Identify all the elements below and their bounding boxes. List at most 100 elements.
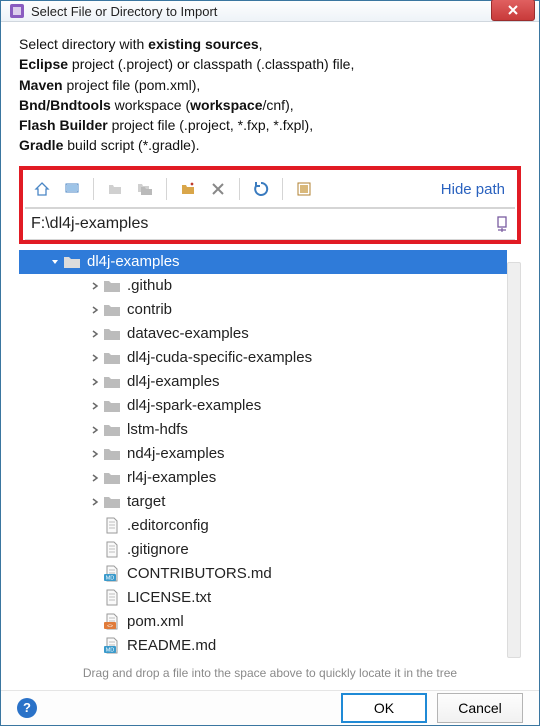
folder-icon — [103, 326, 121, 342]
tree-row[interactable]: <> pom.xml — [19, 610, 507, 634]
chevron-right-icon[interactable] — [87, 302, 103, 318]
folder-icon — [103, 470, 121, 486]
toolbar: Hide path — [25, 172, 515, 208]
chevron-right-icon[interactable] — [87, 446, 103, 462]
tree-item-label: dl4j-cuda-specific-examples — [127, 349, 312, 366]
chevron-right-icon[interactable] — [87, 398, 103, 414]
folder-icon — [103, 494, 121, 510]
tree-item-label: contrib — [127, 301, 172, 318]
ok-button[interactable]: OK — [341, 693, 427, 723]
chevron-right-icon[interactable] — [87, 470, 103, 486]
tree-row[interactable]: MD CONTRIBUTORS.md — [19, 562, 507, 586]
instr-5b: project file (.project, *.fxp, *.fxpl), — [108, 117, 313, 133]
tree-row[interactable]: contrib — [19, 298, 507, 322]
tree-row[interactable]: MD README.md — [19, 634, 507, 658]
folder-icon — [103, 350, 121, 366]
cancel-button[interactable]: Cancel — [437, 693, 523, 723]
path-input[interactable] — [25, 209, 487, 239]
tree-item-label: pom.xml — [127, 613, 184, 630]
tree-row[interactable]: datavec-examples — [19, 322, 507, 346]
tree-item-label: .editorconfig — [127, 517, 209, 534]
tree-item-label: CONTRIBUTORS.md — [127, 565, 272, 582]
file-icon: <> — [103, 614, 121, 630]
tree-row[interactable]: dl4j-cuda-specific-examples — [19, 346, 507, 370]
instr-6b: build script (*.gradle). — [63, 137, 199, 153]
file-icon — [103, 518, 121, 534]
chevron-right-icon[interactable] — [87, 326, 103, 342]
title-text: Select File or Directory to Import — [31, 4, 491, 19]
chevron-down-icon[interactable] — [47, 254, 63, 270]
close-button[interactable] — [491, 0, 535, 21]
svg-text:MD: MD — [106, 575, 115, 581]
chevron-right-icon[interactable] — [87, 494, 103, 510]
tree-row[interactable]: dl4j-examples — [19, 370, 507, 394]
content-area: Select directory with existing sources, … — [1, 22, 539, 690]
instructions-text: Select directory with existing sources, … — [19, 34, 521, 156]
folder-icon — [103, 398, 121, 414]
new-folder-button[interactable] — [175, 176, 201, 202]
tree-row[interactable]: target — [19, 490, 507, 514]
tree-row[interactable]: .editorconfig — [19, 514, 507, 538]
desktop-button[interactable] — [59, 176, 85, 202]
svg-text:<>: <> — [107, 623, 113, 629]
path-history-button[interactable] — [491, 212, 513, 236]
instr-1b: existing sources — [148, 36, 259, 52]
separator — [166, 178, 167, 200]
dialog-window: Select File or Directory to Import Selec… — [0, 0, 540, 726]
tree-row[interactable]: lstm-hdfs — [19, 418, 507, 442]
history-icon — [495, 215, 509, 233]
new-folder-icon — [180, 181, 196, 197]
desktop-icon — [64, 181, 80, 197]
red-highlight-box: Hide path — [19, 166, 521, 244]
instr-1c: , — [259, 36, 263, 52]
folder-multi-button[interactable] — [132, 176, 158, 202]
scrollbar[interactable] — [507, 262, 521, 658]
chevron-right-icon[interactable] — [87, 422, 103, 438]
tree-item-label: README.md — [127, 637, 216, 654]
tree-row[interactable]: rl4j-examples — [19, 466, 507, 490]
tree-row[interactable]: .github — [19, 274, 507, 298]
tree-row[interactable]: .gitignore — [19, 538, 507, 562]
file-icon — [103, 542, 121, 558]
folder-button[interactable] — [102, 176, 128, 202]
directory-tree[interactable]: dl4j-examples.githubcontribdatavec-examp… — [19, 244, 507, 658]
tree-row[interactable]: nd4j-examples — [19, 442, 507, 466]
file-icon — [103, 590, 121, 606]
instr-4d: /cnf), — [263, 97, 294, 113]
tree-item-label: dl4j-examples — [127, 373, 220, 390]
home-icon — [34, 181, 50, 197]
chevron-right-icon[interactable] — [87, 350, 103, 366]
path-row — [25, 208, 515, 240]
folder-icon — [103, 422, 121, 438]
file-icon: MD — [103, 566, 121, 582]
tree-row[interactable]: LICENSE.txt — [19, 586, 507, 610]
tree-row[interactable]: dl4j-examples — [19, 250, 507, 274]
thumbnails-icon — [296, 181, 312, 197]
hide-path-link[interactable]: Hide path — [441, 181, 511, 198]
folder-icon — [107, 181, 123, 197]
instr-4a: Bnd/Bndtools — [19, 97, 111, 113]
drag-drop-hint: Drag and drop a file into the space abov… — [19, 658, 521, 690]
tree-item-label: rl4j-examples — [127, 469, 216, 486]
tree-item-label: dl4j-spark-examples — [127, 397, 261, 414]
folder-multi-icon — [137, 181, 153, 197]
help-button[interactable]: ? — [17, 698, 37, 718]
instr-6a: Gradle — [19, 137, 63, 153]
chevron-right-icon[interactable] — [87, 278, 103, 294]
chevron-right-icon[interactable] — [87, 374, 103, 390]
home-button[interactable] — [29, 176, 55, 202]
file-icon: MD — [103, 638, 121, 654]
instr-5a: Flash Builder — [19, 117, 108, 133]
refresh-button[interactable] — [248, 176, 274, 202]
svg-text:MD: MD — [106, 647, 115, 653]
instr-3b: project file (pom.xml), — [63, 77, 201, 93]
tree-row[interactable]: dl4j-spark-examples — [19, 394, 507, 418]
tree-item-label: nd4j-examples — [127, 445, 225, 462]
instr-2a: Eclipse — [19, 56, 68, 72]
separator — [93, 178, 94, 200]
delete-button[interactable] — [205, 176, 231, 202]
instr-4b: workspace ( — [111, 97, 190, 113]
folder-icon — [103, 278, 121, 294]
thumbnails-button[interactable] — [291, 176, 317, 202]
instr-3a: Maven — [19, 77, 63, 93]
